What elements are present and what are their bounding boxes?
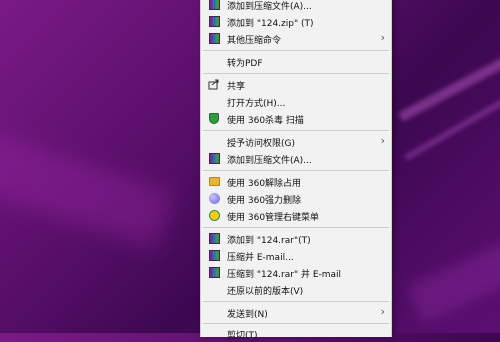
wallpaper-streak bbox=[398, 28, 500, 122]
360-delete-icon bbox=[208, 192, 220, 204]
menu-item-label: 共享 bbox=[227, 82, 246, 92]
menu-item-360-manage-context-menu[interactable]: 使用 360管理右键菜单 bbox=[201, 207, 391, 224]
menu-item-share[interactable]: 共享 bbox=[201, 76, 391, 93]
winrar-icon bbox=[208, 32, 220, 44]
menu-item-give-access[interactable]: 授予访问权限(G) › bbox=[201, 133, 391, 150]
menu-item-label: 添加到压缩文件(A)... bbox=[227, 2, 312, 12]
menu-item-label: 压缩并 E-mail... bbox=[227, 253, 294, 263]
menu-item-convert-to-pdf[interactable]: 转为PDF bbox=[201, 53, 391, 70]
360-menu-manager-icon bbox=[208, 209, 220, 221]
winrar-icon bbox=[208, 15, 220, 27]
chevron-right-icon: › bbox=[380, 31, 385, 44]
menu-item-compress-to-124-rar-and-email[interactable]: 压缩到 "124.rar" 并 E-mail bbox=[201, 264, 391, 281]
360-unlock-icon bbox=[208, 175, 220, 187]
menu-item-label: 授予访问权限(G) bbox=[227, 139, 295, 149]
winrar-icon bbox=[208, 232, 220, 244]
menu-item-cut[interactable]: 剪切(T) bbox=[201, 325, 391, 342]
wallpaper-streak bbox=[404, 75, 500, 161]
menu-separator bbox=[203, 130, 389, 131]
menu-item-label: 其他压缩命令 bbox=[227, 36, 282, 46]
winrar-icon bbox=[208, 249, 220, 261]
menu-item-label: 打开方式(H)... bbox=[227, 99, 286, 109]
360-shield-icon bbox=[208, 112, 220, 124]
menu-item-compress-and-email[interactable]: 压缩并 E-mail... bbox=[201, 247, 391, 264]
menu-item-other-compress-commands[interactable]: 其他压缩命令 › bbox=[201, 30, 391, 47]
menu-item-add-to-124-zip[interactable]: 添加到 "124.zip" (T) bbox=[201, 13, 391, 30]
chevron-right-icon: › bbox=[380, 134, 385, 147]
menu-separator bbox=[203, 227, 389, 228]
menu-item-add-to-archive-2[interactable]: 添加到压缩文件(A)... bbox=[201, 150, 391, 167]
menu-item-label: 剪切(T) bbox=[227, 331, 258, 341]
menu-item-send-to[interactable]: 发送到(N) › bbox=[201, 304, 391, 321]
winrar-icon bbox=[208, 152, 220, 164]
share-icon bbox=[208, 78, 220, 90]
menu-item-label: 添加到 "124.zip" (T) bbox=[227, 19, 314, 29]
menu-item-label: 添加到压缩文件(A)... bbox=[227, 156, 312, 166]
menu-item-label: 添加到 "124.rar"(T) bbox=[227, 236, 311, 246]
menu-separator bbox=[203, 73, 389, 74]
menu-item-restore-previous-versions[interactable]: 还原以前的版本(V) bbox=[201, 281, 391, 298]
menu-item-add-to-124-rar[interactable]: 添加到 "124.rar"(T) bbox=[201, 230, 391, 247]
menu-item-label: 转为PDF bbox=[227, 59, 263, 69]
menu-separator bbox=[203, 50, 389, 51]
menu-item-label: 使用 360管理右键菜单 bbox=[227, 213, 320, 223]
wallpaper-streak bbox=[407, 236, 500, 324]
menu-item-360-unlock[interactable]: 使用 360解除占用 bbox=[201, 173, 391, 190]
menu-item-label: 使用 360强力删除 bbox=[227, 196, 302, 206]
menu-separator bbox=[203, 170, 389, 171]
context-menu: 添加到压缩文件(A)... 添加到 "124.zip" (T) 其他压缩命令 ›… bbox=[200, 0, 392, 341]
menu-separator bbox=[203, 301, 389, 302]
menu-item-label: 发送到(N) bbox=[227, 310, 268, 320]
menu-item-open-with[interactable]: 打开方式(H)... bbox=[201, 93, 391, 110]
menu-item-add-to-archive[interactable]: 添加到压缩文件(A)... bbox=[201, 0, 391, 13]
chevron-right-icon: › bbox=[380, 305, 385, 318]
menu-item-label: 还原以前的版本(V) bbox=[227, 287, 304, 297]
menu-item-label: 压缩到 "124.rar" 并 E-mail bbox=[227, 270, 342, 280]
menu-separator bbox=[203, 323, 389, 324]
menu-item-label: 使用 360杀毒 扫描 bbox=[227, 116, 304, 126]
menu-item-360-force-delete[interactable]: 使用 360强力删除 bbox=[201, 190, 391, 207]
winrar-icon bbox=[208, 0, 220, 10]
menu-item-360-antivirus-scan[interactable]: 使用 360杀毒 扫描 bbox=[201, 110, 391, 127]
winrar-icon bbox=[208, 266, 220, 278]
wallpaper-streak bbox=[0, 130, 175, 250]
menu-item-label: 使用 360解除占用 bbox=[227, 179, 302, 189]
